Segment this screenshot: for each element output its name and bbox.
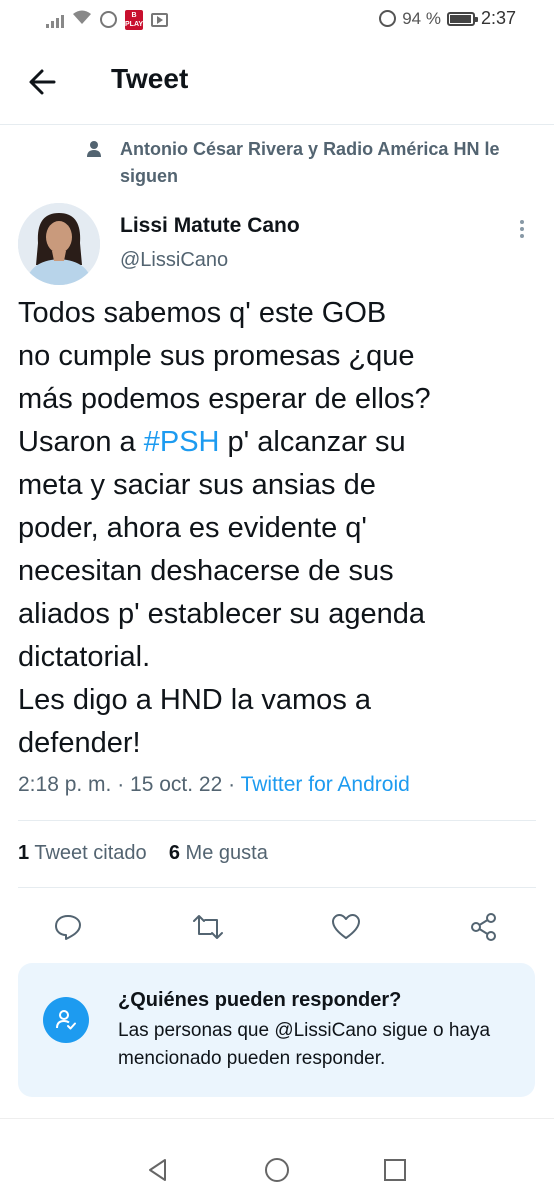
- reply-settings-card[interactable]: ¿Quiénes pueden responder? Las personas …: [18, 963, 535, 1097]
- alarm-icon: [379, 10, 397, 27]
- social-context-text: Antonio César Rivera y Radio América HN …: [120, 139, 500, 186]
- tweet-line: Les digo a HND la vamos a: [18, 684, 371, 716]
- like-count: 6: [168, 842, 180, 864]
- status-left: B PLAY: [46, 9, 168, 30]
- wifi-icon: [72, 9, 92, 30]
- reply-settings-title: ¿Quiénes pueden responder?: [118, 989, 402, 1011]
- tweet-line-part: Usaron a: [18, 426, 144, 458]
- back-arrow-icon[interactable]: [24, 62, 64, 102]
- top-app-bar: Tweet: [0, 38, 554, 125]
- more-vertical-icon[interactable]: [510, 217, 534, 241]
- hashtag-link[interactable]: #PSH: [144, 426, 220, 458]
- quote-tweets-stat[interactable]: 1 Tweet citado: [18, 842, 147, 864]
- tweet-line: necesitan deshacerse de sus: [18, 555, 394, 587]
- status-right: 94 % 2:37: [379, 8, 516, 29]
- tweet-source-link[interactable]: Twitter for Android: [241, 773, 410, 796]
- retweet-icon[interactable]: [188, 903, 228, 951]
- battery-icon: [446, 11, 478, 26]
- tweet-line-part: p' alcanzar su: [219, 426, 406, 458]
- nav-home-icon[interactable]: [264, 1157, 290, 1183]
- status-bar: B PLAY 94 % 2:37: [0, 0, 554, 38]
- author-handle[interactable]: @LissiCano: [120, 249, 228, 272]
- like-label: Me gusta: [185, 842, 268, 864]
- tweet-timestamp[interactable]: 2:18 p. m. · 15 oct. 22 ·: [18, 773, 241, 796]
- quote-count: 1: [18, 842, 30, 864]
- share-icon[interactable]: [464, 903, 504, 951]
- divider: [18, 820, 536, 821]
- tweet-line: meta y saciar sus ansias de: [18, 469, 376, 501]
- soccer-ball-icon: [100, 11, 117, 28]
- person-icon: [86, 140, 102, 163]
- reply-settings-body: Las personas que @LissiCano sigue o haya…: [118, 1020, 491, 1069]
- quote-label: Tweet citado: [34, 842, 147, 864]
- page-title: Tweet: [111, 63, 189, 94]
- tweet-actions: [0, 903, 554, 951]
- tweet-stats: 1 Tweet citado 6 Me gusta: [18, 842, 268, 865]
- avatar[interactable]: [18, 203, 100, 285]
- tweet-line: Usaron a #PSH p' alcanzar su: [18, 421, 538, 464]
- tweet-line: Todos sabemos q' este GOB: [18, 297, 387, 329]
- battery-fill: [449, 14, 471, 23]
- battery-percent: 94 %: [402, 8, 441, 28]
- tweet-line: defender!: [18, 727, 141, 759]
- signal-icon: [46, 12, 64, 28]
- tweet-line: poder, ahora es evidente q': [18, 512, 367, 544]
- tweet-metadata: 2:18 p. m. · 15 oct. 22 · Twitter for An…: [18, 773, 410, 797]
- status-time: 2:37: [480, 8, 516, 28]
- likes-stat[interactable]: 6 Me gusta: [169, 842, 268, 864]
- nav-back-icon[interactable]: [145, 1157, 171, 1183]
- bplay-app-icon: B PLAY: [125, 9, 144, 30]
- tweet-line: no cumple sus promesas ¿que: [18, 340, 415, 372]
- video-play-icon: [151, 12, 168, 27]
- author-name[interactable]: Lissi Matute Cano: [120, 214, 300, 238]
- user-check-icon: [43, 997, 89, 1043]
- nav-recents-icon[interactable]: [382, 1157, 408, 1183]
- heart-icon[interactable]: [326, 903, 366, 951]
- system-nav-bar: [0, 1118, 554, 1201]
- reply-icon[interactable]: [48, 903, 88, 951]
- tweet-text: Todos sabemos q' este GOB no cumple sus …: [18, 292, 538, 765]
- tweet-line: dictatorial.: [18, 641, 151, 673]
- divider: [18, 887, 536, 888]
- tweet-line: aliados p' establecer su agenda: [18, 598, 425, 630]
- tweet-line: más podemos esperar de ellos?: [18, 383, 431, 415]
